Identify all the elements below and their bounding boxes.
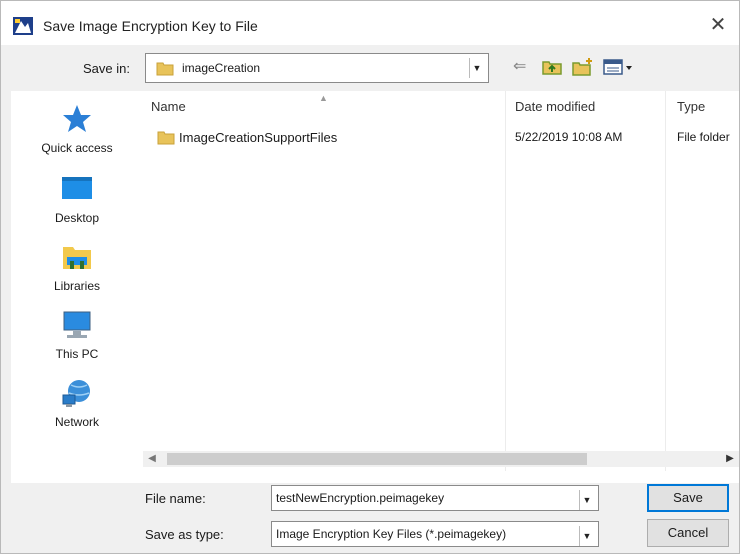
folder-icon — [157, 129, 175, 145]
star-icon — [63, 105, 91, 132]
file-list[interactable]: ▲ Name Date modified Type ImageCreationS… — [143, 91, 739, 483]
close-icon[interactable]: ✕ — [703, 11, 733, 39]
save-button[interactable]: Save — [647, 484, 729, 512]
sidebar-item-label: Network — [54, 415, 99, 429]
window-title: Save Image Encryption Key to File — [43, 18, 258, 34]
sidebar-item-network[interactable]: Network — [11, 377, 143, 437]
column-header-name[interactable]: Name — [151, 99, 186, 114]
computer-icon — [63, 311, 91, 338]
sidebar-item-quick-access[interactable]: Quick access — [11, 103, 143, 163]
sidebar-item-libraries[interactable]: Libraries — [11, 241, 143, 301]
save-in-dropdown[interactable]: imageCreation ▼ — [145, 53, 489, 83]
sidebar-item-label: Libraries — [53, 279, 101, 293]
libraries-icon — [63, 247, 91, 269]
sidebar-item-label: Quick access — [41, 141, 113, 155]
scrollbar-thumb[interactable] — [167, 453, 587, 465]
scroll-left-icon[interactable]: ◀ — [145, 452, 159, 466]
view-menu-icon[interactable] — [603, 57, 637, 77]
column-header-type[interactable]: Type — [677, 99, 705, 114]
file-name-label: File name: — [145, 491, 206, 506]
horizontal-scrollbar[interactable]: ◀ ▶ — [143, 451, 739, 467]
scroll-right-icon[interactable]: ▶ — [723, 452, 737, 466]
new-folder-icon[interactable] — [571, 57, 595, 77]
save-as-type-dropdown[interactable]: Image Encryption Key Files (*.peimagekey… — [271, 521, 599, 547]
up-folder-icon[interactable] — [541, 57, 563, 77]
title-bar: Save Image Encryption Key to File ✕ — [1, 1, 739, 45]
chevron-down-icon[interactable]: ▼ — [469, 58, 484, 78]
desktop-icon — [62, 177, 92, 199]
column-header-date[interactable]: Date modified — [515, 99, 595, 114]
file-name-field[interactable]: ▼ — [271, 485, 599, 511]
places-sidebar: Quick access Desktop Libraries This PC N… — [11, 91, 143, 483]
chevron-down-icon[interactable]: ▼ — [579, 490, 594, 510]
sidebar-item-desktop[interactable]: Desktop — [11, 173, 143, 233]
sidebar-item-label: Desktop — [54, 211, 100, 225]
date-modified-cell: 5/22/2019 10:08 AM — [515, 130, 623, 144]
network-icon — [62, 380, 90, 407]
app-icon — [13, 17, 33, 35]
back-arrow-icon[interactable]: ⇐ — [513, 59, 533, 75]
folder-icon — [156, 60, 174, 76]
save-in-label: Save in: — [83, 61, 130, 76]
cancel-button[interactable]: Cancel — [647, 519, 729, 547]
sidebar-item-label: This PC — [55, 347, 99, 361]
chevron-down-icon[interactable]: ▼ — [579, 526, 594, 546]
type-cell: File folder — [677, 130, 730, 144]
save-dialog: Save Image Encryption Key to File ✕ Save… — [0, 0, 740, 554]
sidebar-item-this-pc[interactable]: This PC — [11, 309, 143, 369]
save-in-value: imageCreation — [182, 61, 261, 75]
save-as-type-value: Image Encryption Key Files (*.peimagekey… — [276, 527, 507, 541]
save-as-type-label: Save as type: — [145, 527, 224, 542]
sort-caret-icon: ▲ — [319, 93, 328, 103]
file-name-cell: ImageCreationSupportFiles — [179, 130, 338, 145]
list-item[interactable]: ImageCreationSupportFiles 5/22/2019 10:0… — [153, 129, 737, 149]
file-name-input[interactable] — [276, 491, 574, 505]
